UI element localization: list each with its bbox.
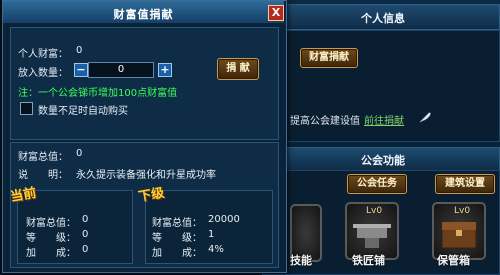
personal-wealth-label: 个人财富：: [18, 49, 68, 60]
skill-slot-label: 技能: [290, 254, 312, 267]
next-wealth-value: 20000: [208, 214, 240, 225]
donate-note: 注：一个公会锑币增加100点财富值: [18, 88, 178, 99]
amount-label: 放入数量：: [18, 68, 68, 79]
blacksmith-slot-label: 铁匠铺: [352, 254, 385, 267]
guild-functions-title: 公会功能: [361, 154, 405, 167]
donate-button[interactable]: 捐 献: [217, 58, 259, 80]
building-settings-button[interactable]: 建筑设置: [435, 174, 495, 194]
current-bonus-label: 加 成：: [26, 248, 76, 259]
amount-decrease-button[interactable]: −: [74, 63, 88, 77]
next-level-label: 等 级：: [152, 233, 202, 244]
amount-input[interactable]: 0: [88, 62, 154, 78]
total-wealth-label: 财富总值：: [18, 152, 68, 163]
dialog-title: 财富值捐献: [113, 8, 174, 21]
amount-increase-button[interactable]: +: [158, 63, 172, 77]
close-icon[interactable]: X: [268, 5, 284, 21]
blacksmith-level: Lv0: [366, 206, 383, 216]
auto-buy-label: 数量不足时自动购买: [38, 106, 128, 117]
go-donate-link[interactable]: 前往捐献: [364, 116, 404, 127]
personal-info-header: 个人信息: [262, 4, 500, 30]
auto-buy-checkbox[interactable]: [20, 102, 33, 115]
next-bonus-value: 4%: [208, 244, 224, 255]
description-label: 说 明：: [18, 170, 68, 181]
guild-functions-header: 公会功能: [262, 147, 500, 171]
personal-info-title: 个人信息: [361, 12, 405, 25]
current-level-label: 等 级：: [26, 233, 76, 244]
total-wealth-value: 0: [76, 148, 83, 159]
wealth-donate-button[interactable]: 财富捐献: [300, 48, 358, 68]
dialog-title-bar[interactable]: 财富值捐献: [3, 1, 284, 23]
guild-task-button[interactable]: 公会任务: [347, 174, 407, 194]
next-bonus-label: 加 成：: [152, 248, 202, 259]
guild-build-label: 提高公会建设值: [290, 116, 360, 127]
personal-wealth-value: 0: [76, 45, 83, 56]
current-bonus-value: 0: [82, 244, 89, 255]
next-wealth-label: 财富总值：: [152, 218, 202, 229]
guild-build-text: 提高公会建设值 前往捐献: [290, 112, 404, 127]
current-wealth-value: 0: [82, 214, 89, 225]
storage-box-level: Lv0: [454, 206, 471, 216]
feather-icon: [419, 112, 431, 123]
storage-box-slot-label: 保管箱: [437, 254, 470, 267]
current-level-value: 0: [82, 229, 89, 240]
description-value: 永久提示装备强化和升星成功率: [76, 170, 216, 181]
current-wealth-label: 财富总值：: [26, 218, 76, 229]
next-level-value: 1: [208, 229, 215, 240]
